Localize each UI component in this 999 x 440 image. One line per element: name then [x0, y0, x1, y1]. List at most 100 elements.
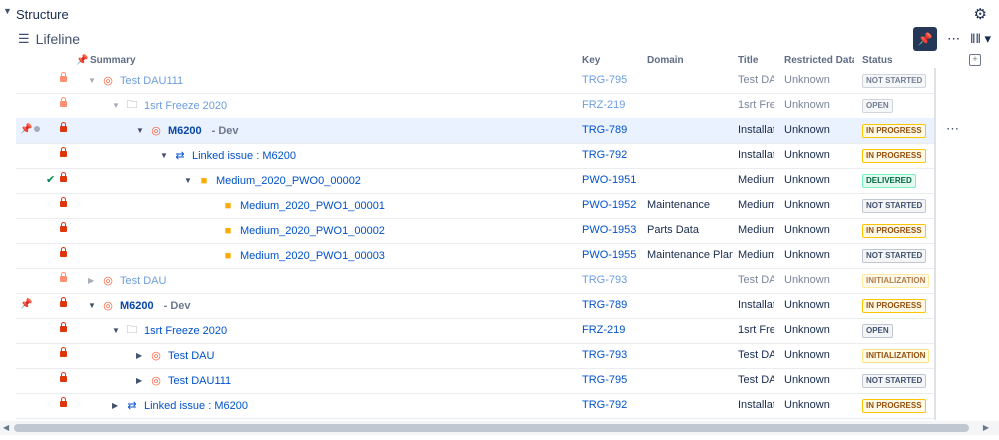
title-cell: Test DAU — [738, 74, 774, 86]
summary-link[interactable]: Medium_2020_PWO0_00002 — [216, 175, 361, 187]
restricted-data-cell: Unknown — [784, 274, 830, 286]
key-link[interactable]: FRZ-219 — [582, 99, 638, 111]
key-link[interactable]: TRG-789 — [582, 299, 638, 311]
table-row[interactable]: ▶ ◎ Test DAU TRG-793 Test DAU Unknown IN… — [16, 268, 936, 294]
chevron-down-icon[interactable]: ▼ — [112, 326, 120, 335]
table-row[interactable]: 📌 ▼ ◎ M6200 - Dev TRG-789 Installation U… — [16, 293, 936, 319]
summary-link[interactable]: Medium_2020_PWO1_00002 — [240, 225, 385, 237]
col-status[interactable]: Status — [862, 55, 893, 66]
chevron-right-icon[interactable]: ▶ — [112, 401, 120, 410]
restricted-data-cell: Unknown — [784, 149, 830, 161]
add-column-button[interactable]: + — [969, 54, 981, 66]
structure-header: ▼ Structure ⚙ — [0, 0, 999, 28]
col-title[interactable]: Title — [738, 55, 758, 66]
key-link[interactable]: TRG-792 — [582, 149, 638, 161]
folder-icon: 🗀 — [126, 99, 138, 111]
summary-link[interactable]: Medium_2020_PWO1_00001 — [240, 200, 385, 212]
tree-node: ▼ 🗀 1srt Freeze 2020 — [112, 93, 227, 118]
target-icon: ◎ — [103, 300, 113, 312]
summary-link[interactable]: Linked issue : M6200 — [144, 400, 248, 412]
chevron-down-icon[interactable]: ▼ — [112, 101, 120, 110]
pin-icon[interactable]: 📌 — [20, 124, 32, 135]
chevron-down-icon[interactable]: ▼ — [136, 126, 144, 135]
title-cell: Medium — [738, 224, 774, 236]
table-row[interactable]: ■ Medium_2020_PWO1_00002 PWO-1953 Parts … — [16, 218, 936, 244]
pin-icon[interactable]: 📌 — [20, 299, 32, 310]
key-link[interactable]: TRG-789 — [582, 124, 638, 136]
summary-link[interactable]: Test DAU — [168, 350, 214, 362]
col-key[interactable]: Key — [582, 55, 600, 66]
status-badge: OPEN — [862, 99, 893, 113]
summary-link[interactable]: Test DAU111 — [168, 375, 231, 387]
chevron-down-icon[interactable]: ▼ — [184, 176, 192, 185]
table-row[interactable]: ✔ ▼ ■ Medium_2020_PWO0_00002 PWO-1951 Me… — [16, 168, 936, 194]
chevron-right-icon[interactable]: ▶ — [136, 376, 144, 385]
chevron-right-icon[interactable]: ▶ — [136, 351, 144, 360]
table-row[interactable]: ▼ ⇄ Linked issue : M6200 TRG-792 Install… — [16, 143, 936, 169]
tree-node: ▼ 🗀 1srt Freeze 2020 — [112, 318, 227, 343]
table-row[interactable]: ▼ ◎ Test DAU111 TRG-795 Test DAU Unknown… — [16, 68, 936, 94]
restricted-data-cell: Unknown — [784, 324, 830, 336]
col-summary[interactable]: Summary — [90, 55, 136, 66]
status-badge: INITIALIZATION — [862, 274, 930, 288]
key-link[interactable]: TRG-795 — [582, 374, 638, 386]
key-link[interactable]: TRG-793 — [582, 349, 638, 361]
key-link[interactable]: PWO-1955 — [582, 249, 638, 261]
summary-link[interactable]: Test DAU111 — [120, 75, 183, 87]
summary-link[interactable]: Linked issue : M6200 — [192, 150, 296, 162]
target-icon: ◎ — [151, 125, 161, 137]
chevron-down-icon[interactable]: ▼ — [3, 6, 12, 16]
summary-link[interactable]: M6200 — [168, 125, 202, 137]
scrollbar-thumb[interactable] — [14, 424, 969, 432]
lock-icon — [60, 272, 67, 282]
table-row[interactable]: ▼ 🗀 1srt Freeze 2020 FRZ-219 1srt Freeze… — [16, 93, 936, 119]
gear-icon[interactable]: ⚙ — [974, 5, 987, 23]
key-link[interactable]: PWO-1953 — [582, 224, 638, 236]
lock-icon — [60, 122, 67, 132]
status-badge: OPEN — [862, 324, 893, 338]
summary-link[interactable]: 1srt Freeze 2020 — [144, 325, 227, 337]
lock-icon — [60, 322, 67, 332]
key-link[interactable]: PWO-1952 — [582, 199, 638, 211]
chevron-down-icon[interactable]: ▼ — [160, 151, 168, 160]
tree-node: ▼ ⇄ Linked issue : M6200 — [160, 143, 296, 168]
summary-link[interactable]: Medium_2020_PWO1_00003 — [240, 250, 385, 262]
scroll-right-icon[interactable]: ▶ — [983, 423, 989, 432]
key-link[interactable]: FRZ-219 — [582, 324, 638, 336]
tree-node: ▼ ◎ M6200 - Dev — [88, 293, 191, 318]
chevron-down-icon[interactable]: ▼ — [88, 301, 96, 310]
summary-link[interactable]: 1srt Freeze 2020 — [144, 100, 227, 112]
table-row[interactable]: ▶ ◎ Test DAU111 TRG-795 Test DAU Unknown… — [16, 368, 936, 394]
key-link[interactable]: TRG-795 — [582, 74, 638, 86]
col-domain[interactable]: Domain — [647, 55, 684, 66]
table-row[interactable]: ■ Medium_2020_PWO1_00001 PWO-1952 Mainte… — [16, 193, 936, 219]
table-row[interactable]: ▶ ⇄ Linked issue : M6200 TRG-792 Install… — [16, 393, 936, 419]
tree-node: ▶ ◎ Test DAU — [136, 343, 214, 368]
status-badge: NOT STARTED — [862, 249, 927, 263]
column-header-row: 📌 Summary Key Domain Title Restricted Da… — [16, 52, 936, 68]
table-row[interactable]: ■ Medium_2020_PWO1_00003 PWO-1955 Mainte… — [16, 243, 936, 269]
key-link[interactable]: TRG-792 — [582, 399, 638, 411]
summary-link[interactable]: Test DAU — [120, 275, 166, 287]
col-restricted-data[interactable]: Restricted Data — [784, 55, 854, 66]
table-row[interactable]: ▼ 🗀 1srt Freeze 2020 FRZ-219 1srt Freeze… — [16, 318, 936, 344]
table-row[interactable]: ▶ ◎ Test DAU TRG-793 Test DAU Unknown IN… — [16, 343, 936, 369]
horizontal-scrollbar[interactable]: ◀ ▶ — [0, 421, 999, 435]
chevron-down-icon[interactable]: ▼ — [88, 76, 96, 85]
restricted-data-cell: Unknown — [784, 99, 830, 111]
columns-menu-button[interactable]: ‖‖ ▾ — [970, 31, 991, 47]
key-link[interactable]: TRG-793 — [582, 274, 638, 286]
table-row[interactable]: 📌 ▼ ◎ M6200 - Dev TRG-789 Installation U… — [16, 118, 959, 144]
restricted-data-cell: Unknown — [784, 249, 830, 261]
scroll-left-icon[interactable]: ◀ — [3, 423, 9, 432]
row-more-icon[interactable]: ⋯ — [946, 121, 959, 137]
folder-icon: 🗀 — [126, 324, 138, 336]
lifeline-header: ☰ Lifeline — [18, 31, 80, 47]
restricted-data-cell: Unknown — [784, 74, 830, 86]
chevron-right-icon[interactable]: ▶ — [88, 276, 96, 285]
lock-icon — [60, 372, 67, 382]
summary-link[interactable]: M6200 — [120, 300, 154, 312]
pin-button[interactable]: 📌 — [913, 27, 938, 51]
more-actions-button[interactable]: ⋯ — [943, 31, 964, 47]
key-link[interactable]: PWO-1951 — [582, 174, 638, 186]
